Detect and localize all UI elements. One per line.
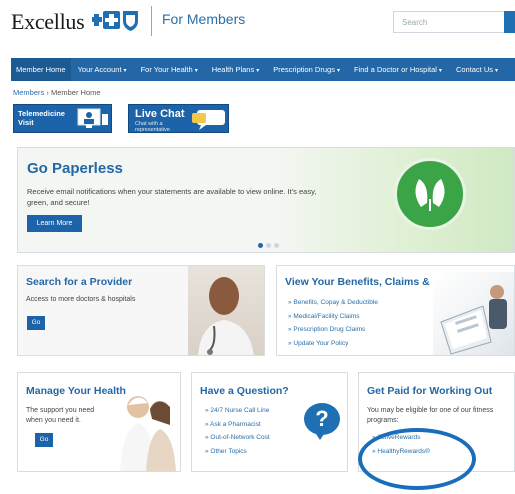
nav-item-your-account[interactable]: Your Account ▾ [71, 58, 134, 81]
manage-line1: The support you need [26, 407, 95, 414]
doctor-screen-icon [77, 108, 108, 128]
site-header: Excellus For Members Search [0, 0, 515, 48]
search-button[interactable] [504, 11, 515, 33]
nav-label: Prescription Drugs [273, 65, 335, 74]
carousel-dot[interactable] [258, 243, 263, 248]
getpaid-title[interactable]: Get Paid for Working Out [367, 385, 492, 397]
question-link-pharmacist[interactable]: » Ask a Pharmacist [205, 418, 270, 432]
search-input[interactable]: Search [393, 11, 505, 33]
logo-text[interactable]: Excellus [11, 9, 85, 35]
manage-line2: when you need it. [26, 417, 81, 424]
benefits-link-copay[interactable]: » Benefits, Copay & Deductible [288, 296, 378, 310]
laptop-image-icon [440, 285, 507, 355]
question-link-oon-cost[interactable]: » Out-of-Network Cost [205, 431, 270, 445]
getpaid-line1: You may be eligible for one of our fitne… [367, 407, 494, 414]
provider-text: Access to more doctors & hospitals [26, 296, 136, 303]
nav-label: Find a Doctor or Hospital [353, 65, 437, 74]
chat-sub-line2: representative [135, 127, 170, 133]
benefits-title[interactable]: View Your Benefits, Claims & More [285, 276, 458, 288]
question-links: » 24/7 Nurse Call Line » Ask a Pharmacis… [205, 404, 270, 458]
breadcrumb-members-link[interactable]: Members [13, 88, 44, 97]
live-chat-subtitle: Chat with a representative [135, 121, 170, 133]
breadcrumb-current: Member Home [50, 88, 101, 97]
hero-description: Receive email notifications when your st… [27, 187, 317, 207]
nav-item-health-plans[interactable]: Health Plans ▾ [205, 58, 267, 81]
have-question-card: Have a Question? » 24/7 Nurse Call Line … [191, 372, 348, 472]
chevron-down-icon: ▾ [123, 68, 127, 74]
doctor-image-icon [198, 277, 254, 355]
learn-more-button[interactable]: Learn More [27, 215, 82, 232]
hero-title: Go Paperless [27, 160, 123, 177]
nav-item-member-home[interactable]: Member Home [11, 58, 71, 81]
benefits-link-medical-claims[interactable]: » Medical/Facility Claims [288, 310, 378, 324]
telemedicine-label: Telemedicine Visit [18, 109, 65, 127]
main-nav: Member Home Your Account ▾ For Your Healt… [11, 58, 515, 81]
getpaid-text: You may be eligible for one of our fitne… [367, 406, 493, 426]
chat-bubble-icon [192, 110, 225, 130]
telemedicine-line2: Visit [18, 118, 34, 127]
nav-item-for-your-health[interactable]: For Your Health ▾ [134, 58, 205, 81]
chevron-down-icon: ▾ [495, 68, 499, 74]
nav-item-prescription-drugs[interactable]: Prescription Drugs ▾ [266, 58, 347, 81]
carousel-dot[interactable] [274, 243, 279, 248]
manage-health-card: Manage Your Health The support you need … [17, 372, 181, 472]
nav-label: Member Home [16, 65, 66, 74]
nav-item-find-doctor[interactable]: Find a Doctor or Hospital ▾ [347, 58, 449, 81]
manage-go-button[interactable]: Go [35, 433, 53, 447]
chevron-down-icon: ▾ [256, 68, 260, 74]
computer-photo [433, 272, 514, 355]
breadcrumb-separator: › [46, 88, 49, 97]
live-chat-title: Live Chat [135, 108, 185, 120]
couple-photo [120, 396, 176, 471]
question-bubble-tail [314, 431, 326, 440]
chevron-down-icon: ▾ [194, 68, 198, 74]
telemedicine-visit-button[interactable]: Telemedicine Visit [13, 104, 112, 133]
breadcrumb: Members › Member Home [13, 88, 101, 97]
nav-label: Contact Us [455, 65, 494, 74]
nav-label: Health Plans [211, 65, 255, 74]
search-provider-card: Search for a Provider Access to more doc… [17, 265, 265, 356]
for-members-label: For Members [162, 11, 246, 27]
provider-go-button[interactable]: Go [27, 316, 45, 330]
leaf-badge [394, 158, 466, 230]
nav-label: For Your Health [140, 65, 193, 74]
highlight-oval [358, 428, 476, 490]
leaf-icon [415, 179, 445, 211]
question-link-other-topics[interactable]: » Other Topics [205, 445, 270, 459]
doctor-photo [188, 266, 264, 355]
question-title[interactable]: Have a Question? [200, 385, 289, 397]
telemedicine-line1: Telemedicine [18, 109, 65, 118]
nav-label: Your Account [77, 65, 122, 74]
benefits-link-rx-claims[interactable]: » Prescription Drug Claims [288, 323, 378, 337]
benefits-links: » Benefits, Copay & Deductible » Medical… [288, 296, 378, 350]
provider-title[interactable]: Search for a Provider [26, 276, 132, 288]
carousel-dot[interactable] [266, 243, 271, 248]
bluecross-blueshield-logo-icon[interactable] [92, 8, 140, 32]
chevron-down-icon: ▾ [438, 68, 442, 74]
benefits-link-update-policy[interactable]: » Update Your Policy [288, 337, 378, 351]
question-link-nurse-line[interactable]: » 24/7 Nurse Call Line [205, 404, 270, 418]
carousel-dots [258, 243, 279, 248]
chevron-down-icon: ▾ [336, 68, 340, 74]
manage-text: The support you need when you need it. [26, 406, 94, 426]
getpaid-line2: programs: [367, 417, 399, 424]
live-chat-button[interactable]: Live Chat Chat with a representative [128, 104, 229, 133]
benefits-claims-card: View Your Benefits, Claims & More » Bene… [276, 265, 515, 356]
go-paperless-banner: Go Paperless Receive email notifications… [17, 147, 515, 253]
header-divider [151, 6, 152, 36]
nav-item-contact-us[interactable]: Contact Us ▾ [449, 58, 505, 81]
